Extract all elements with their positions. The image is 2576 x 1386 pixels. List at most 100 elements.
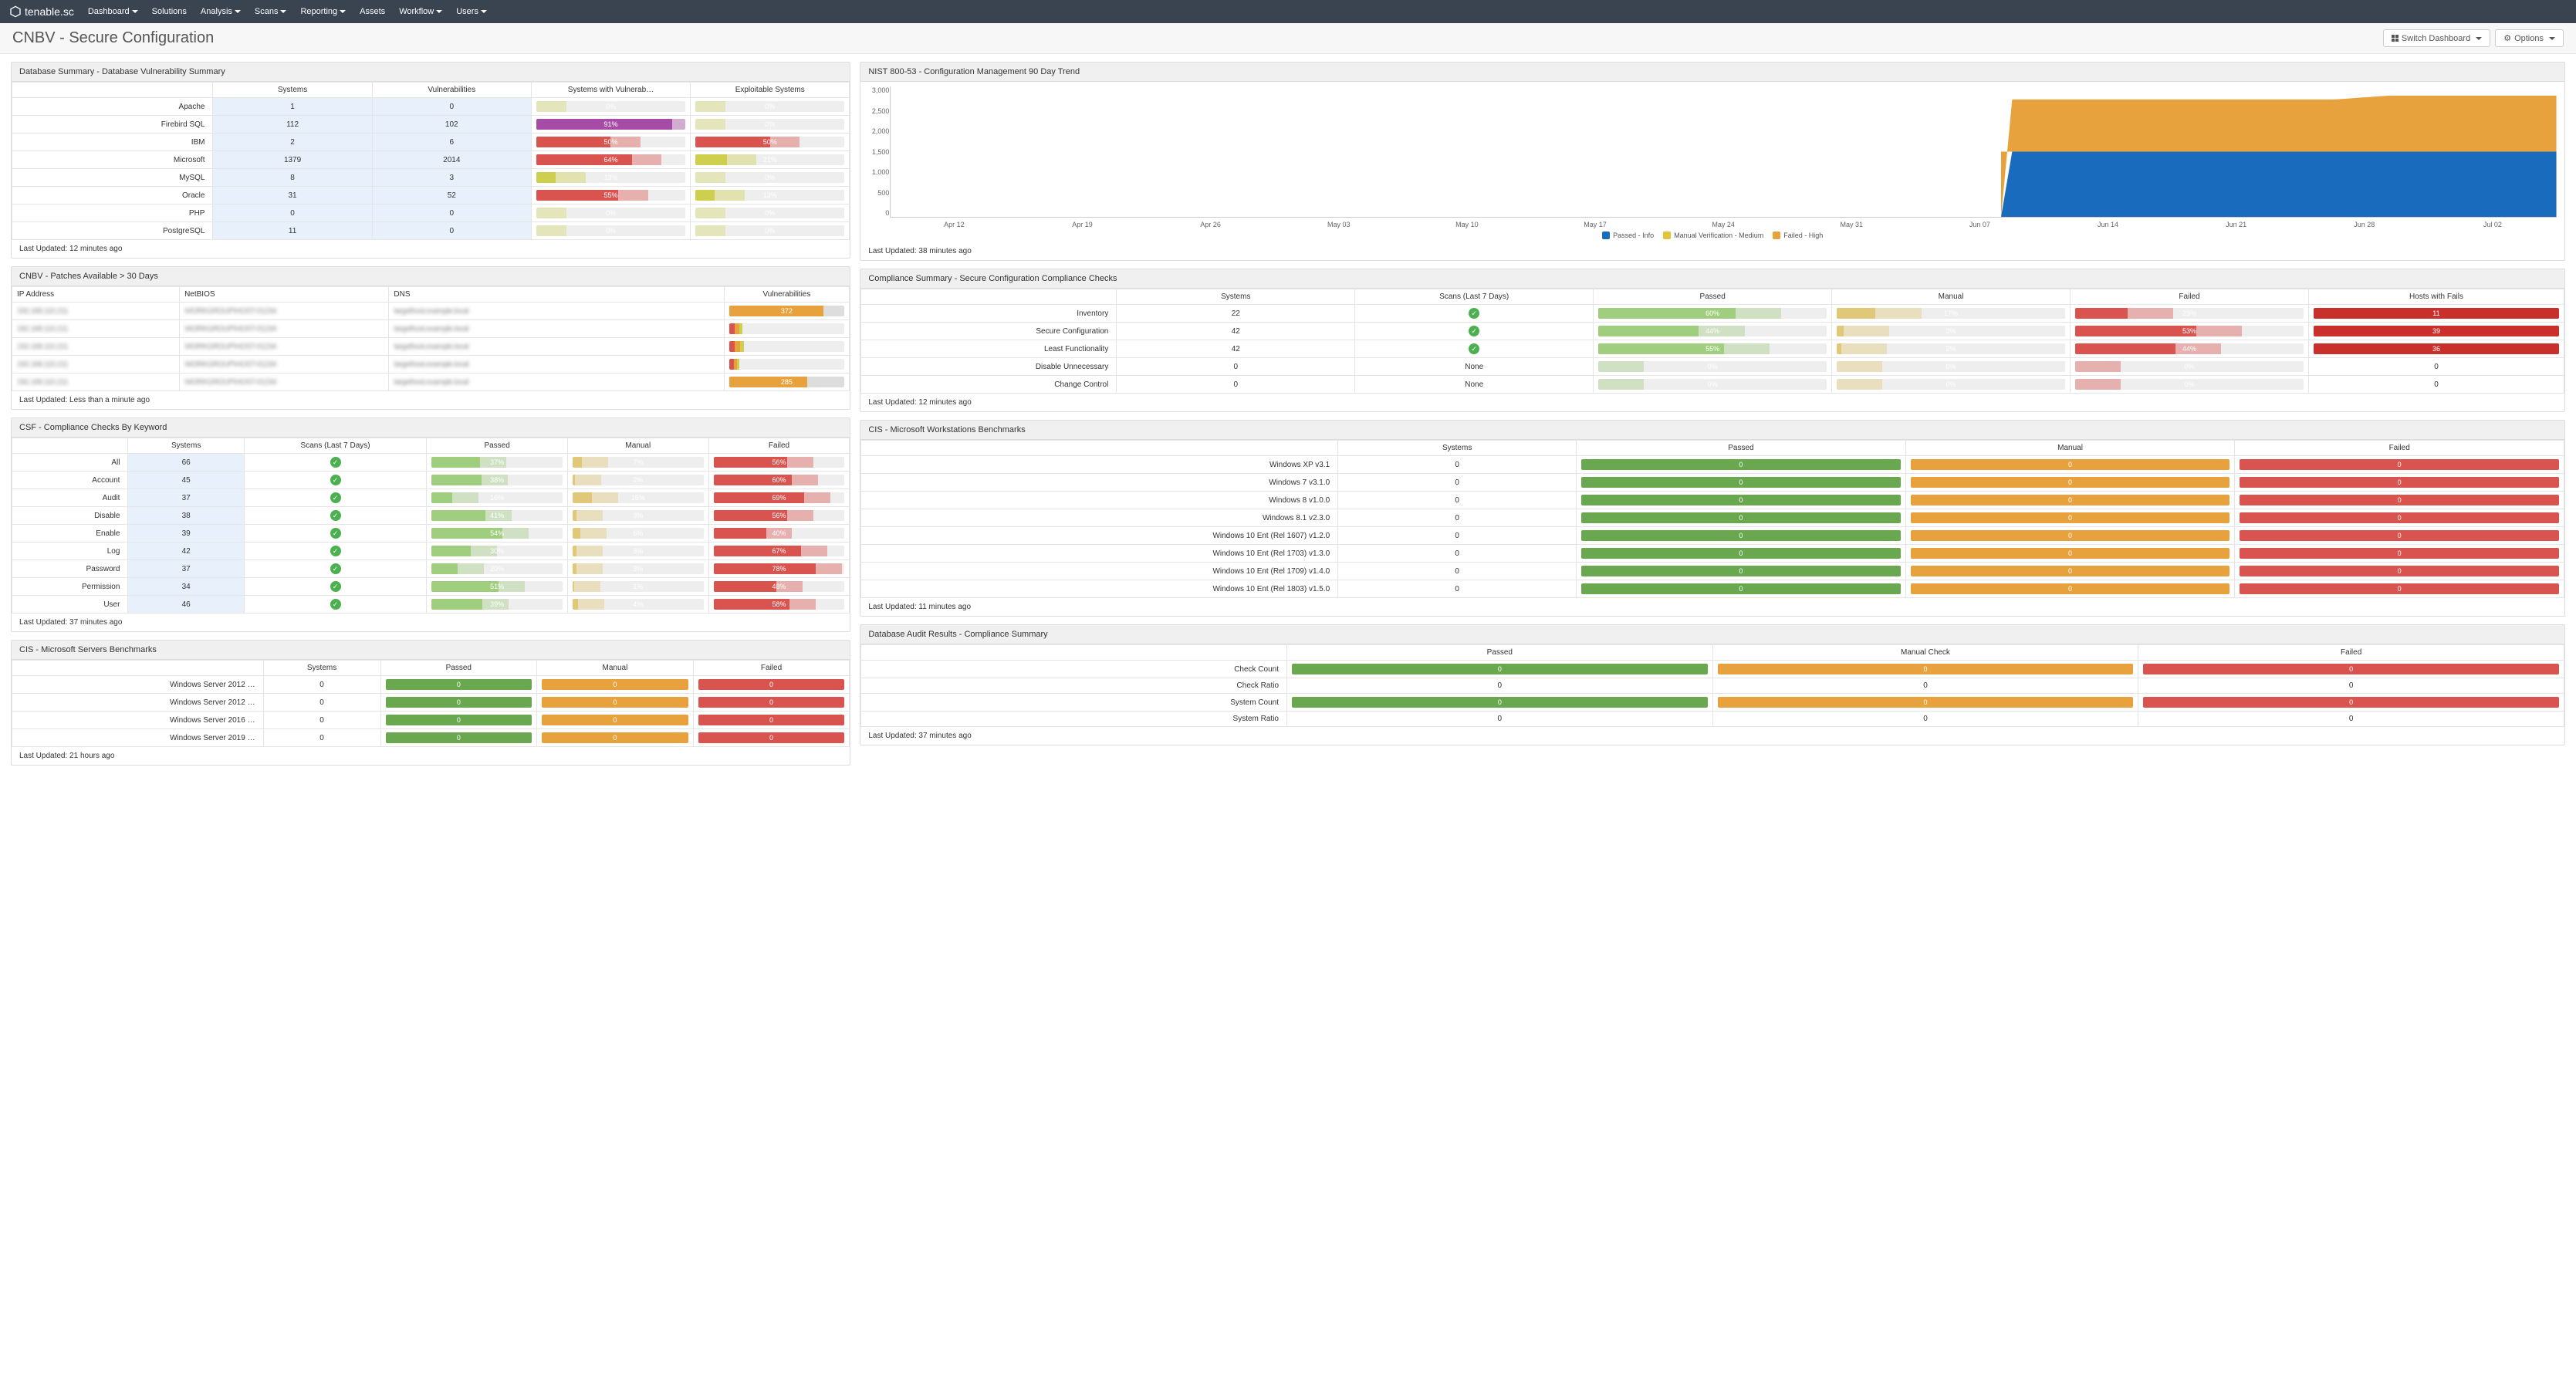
status-bar[interactable]: 0 [542, 679, 688, 690]
table-row[interactable]: Microsoft 1379 2014 64% 21% [12, 151, 850, 169]
progress-pill[interactable]: 0% [2075, 379, 2304, 390]
progress-pill[interactable]: 44% [1598, 326, 1827, 336]
progress-pill[interactable]: 91% [536, 119, 685, 130]
status-bar[interactable]: 0 [2143, 697, 2559, 708]
table-row[interactable]: 192.168.110.211 WORKGROUP\HOST-01234 tar… [12, 374, 850, 391]
progress-pill[interactable]: 3% [573, 546, 704, 556]
status-bar[interactable]: 0 [2240, 583, 2559, 594]
progress-pill[interactable]: 37% [431, 457, 563, 468]
table-row[interactable]: 192.168.110.211 WORKGROUP\HOST-01234 tar… [12, 320, 850, 338]
progress-pill[interactable]: 58% [714, 599, 845, 610]
progress-pill[interactable]: 50% [536, 137, 685, 147]
status-bar[interactable]: 0 [1581, 495, 1901, 505]
table-row[interactable]: Check Count000 [861, 661, 2564, 678]
status-bar[interactable]: 0 [1292, 664, 1708, 674]
progress-pill[interactable]: 0% [536, 208, 685, 218]
progress-pill[interactable]: 3% [573, 563, 704, 574]
status-bar[interactable]: 0 [1581, 530, 1901, 541]
status-bar[interactable]: 0 [2143, 664, 2559, 674]
status-bar[interactable]: 0 [698, 715, 845, 725]
legend-item[interactable]: Failed - High [1773, 232, 1823, 239]
progress-pill[interactable]: 15% [573, 492, 704, 503]
status-bar[interactable]: 39 [2314, 326, 2559, 336]
status-bar[interactable]: 0 [542, 732, 688, 743]
progress-pill[interactable]: 55% [536, 190, 685, 201]
options-button[interactable]: Options [2495, 29, 2564, 47]
status-bar[interactable]: 0 [2240, 566, 2559, 576]
status-bar[interactable]: 0 [386, 732, 532, 743]
table-row[interactable]: IBM 2 6 50% 50% [12, 134, 850, 151]
vuln-bar[interactable] [729, 341, 845, 352]
progress-pill[interactable]: 0% [1837, 379, 2065, 390]
status-bar[interactable]: 0 [1718, 664, 2134, 674]
nav-reporting[interactable]: Reporting [300, 7, 346, 16]
progress-pill[interactable]: 56% [714, 457, 845, 468]
status-bar[interactable]: 0 [1581, 459, 1901, 470]
status-bar[interactable]: 0 [2240, 512, 2559, 523]
table-row[interactable]: Audit 37 16% 15% 69% [12, 489, 850, 507]
progress-pill[interactable]: 60% [714, 475, 845, 485]
status-bar[interactable]: 0 [1581, 512, 1901, 523]
table-row[interactable]: Windows 10 Ent (Rel 1703) v1.3.0 0 0 0 0 [861, 545, 2564, 563]
status-bar[interactable]: 0 [1911, 512, 2230, 523]
status-bar[interactable]: 0 [386, 715, 532, 725]
progress-pill[interactable]: 0% [695, 225, 844, 236]
status-bar[interactable]: 0 [1911, 477, 2230, 488]
table-row[interactable]: Windows Server 2012 … 0 0 0 0 [12, 676, 850, 694]
table-row[interactable]: Check Ratio000 [861, 678, 2564, 694]
progress-pill[interactable]: 4% [573, 599, 704, 610]
progress-pill[interactable]: 38% [431, 475, 563, 485]
progress-pill[interactable]: 30% [431, 546, 563, 556]
status-bar[interactable]: 0 [1718, 697, 2134, 708]
table-row[interactable]: Permission 34 51% 1% 48% [12, 578, 850, 596]
switch-dashboard-button[interactable]: Switch Dashboard [2383, 29, 2490, 47]
nav-analysis[interactable]: Analysis [201, 7, 241, 16]
table-row[interactable]: PHP 0 0 0% 0% [12, 205, 850, 222]
progress-pill[interactable]: 3% [573, 510, 704, 521]
table-row[interactable]: Account 45 38% 2% 60% [12, 472, 850, 489]
status-bar[interactable]: 0 [1581, 566, 1901, 576]
legend-item[interactable]: Manual Verification - Medium [1663, 232, 1763, 239]
progress-pill[interactable]: 51% [431, 581, 563, 592]
status-bar[interactable]: 0 [542, 715, 688, 725]
progress-pill[interactable]: 50% [695, 137, 844, 147]
table-row[interactable]: Disable 38 41% 3% 56% [12, 507, 850, 525]
progress-pill[interactable]: 54% [431, 528, 563, 539]
progress-pill[interactable]: 0% [1598, 379, 1827, 390]
nav-users[interactable]: Users [456, 7, 487, 16]
area-chart[interactable]: 3,0002,5002,0001,5001,0005000 [890, 86, 2557, 218]
status-bar[interactable]: 0 [1911, 566, 2230, 576]
status-bar[interactable]: 0 [1911, 583, 2230, 594]
progress-pill[interactable]: 0% [536, 101, 685, 112]
table-row[interactable]: Oracle 31 52 55% 13% [12, 187, 850, 205]
table-row[interactable]: Windows 10 Ent (Rel 1709) v1.4.0 0 0 0 0 [861, 563, 2564, 580]
table-row[interactable]: 192.168.110.211 WORKGROUP\HOST-01234 tar… [12, 356, 850, 374]
progress-pill[interactable]: 39% [431, 599, 563, 610]
table-row[interactable]: System Count000 [861, 694, 2564, 712]
progress-pill[interactable]: 53% [2075, 326, 2304, 336]
progress-pill[interactable]: 2% [1837, 343, 2065, 354]
progress-pill[interactable]: 17% [1837, 308, 2065, 319]
status-bar[interactable]: 0 [2240, 495, 2559, 505]
vuln-bar[interactable] [729, 323, 845, 334]
progress-pill[interactable]: 55% [1598, 343, 1827, 354]
status-bar[interactable]: 0 [386, 697, 532, 708]
table-row[interactable]: Change Control 0 None 0% 0% 0% 0 [861, 376, 2564, 394]
progress-pill[interactable]: 6% [573, 528, 704, 539]
status-bar[interactable]: 36 [2314, 343, 2559, 354]
progress-pill[interactable]: 0% [2075, 361, 2304, 372]
progress-pill[interactable]: 48% [714, 581, 845, 592]
progress-pill[interactable]: 0% [695, 101, 844, 112]
progress-pill[interactable]: 69% [714, 492, 845, 503]
table-row[interactable]: Windows 8 v1.0.0 0 0 0 0 [861, 492, 2564, 509]
table-row[interactable]: Windows 7 v3.1.0 0 0 0 0 [861, 474, 2564, 492]
progress-pill[interactable]: 40% [714, 528, 845, 539]
nav-workflow[interactable]: Workflow [399, 7, 442, 16]
table-row[interactable]: Disable Unnecessary 0 None 0% 0% 0% 0 [861, 358, 2564, 376]
status-bar[interactable]: 0 [698, 697, 845, 708]
progress-pill[interactable]: 0% [536, 225, 685, 236]
progress-pill[interactable]: 0% [1837, 361, 2065, 372]
table-row[interactable]: Secure Configuration 42 44% 3% 53% 39 [861, 323, 2564, 340]
table-row[interactable]: Windows Server 2012 … 0 0 0 0 [12, 694, 850, 712]
progress-pill[interactable]: 20% [431, 563, 563, 574]
